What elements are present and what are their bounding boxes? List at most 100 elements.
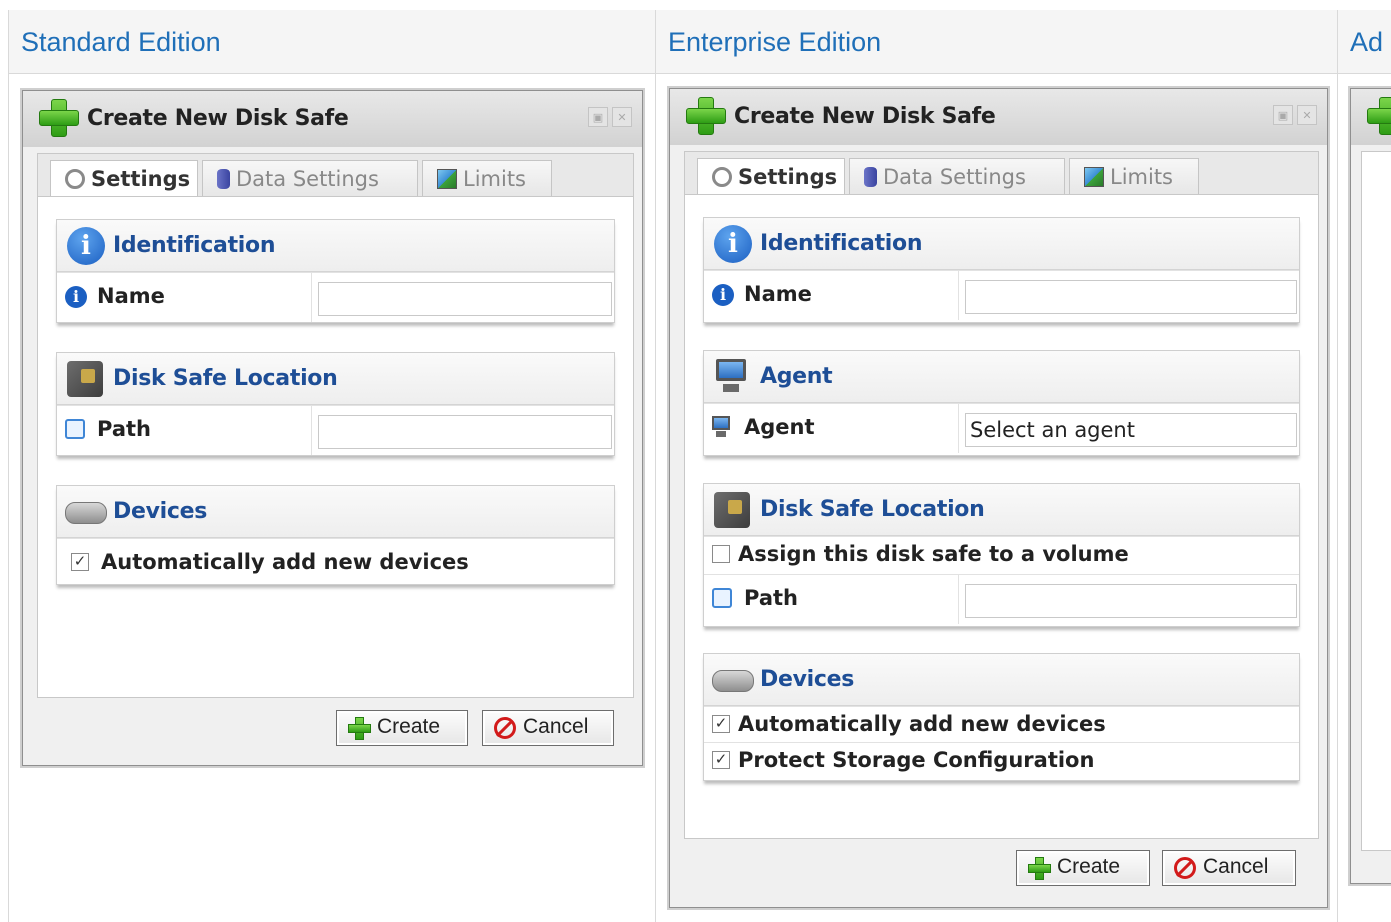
monitor-icon (712, 416, 730, 437)
field-row-protect-storage: ✓ Protect Storage Configuration (704, 742, 1299, 778)
plus-icon (347, 717, 371, 740)
chart-icon (1084, 167, 1104, 187)
section-title: Identification (113, 233, 276, 258)
cancel-button[interactable]: Cancel (482, 710, 614, 746)
info-icon: i (67, 227, 105, 265)
dialog-titlebar[interactable]: Create New Disk Safe ▣ ✕ (23, 91, 642, 147)
tab-data-settings[interactable]: Data Settings (849, 158, 1065, 196)
tree-icon (65, 419, 85, 439)
field-row-path: Path (704, 574, 1299, 624)
section-title: Disk Safe Location (760, 497, 985, 522)
safe-icon (714, 492, 750, 528)
section-header: Devices (57, 486, 614, 538)
settings-panel: i Identification i Name Disk Safe Locati… (37, 196, 634, 698)
auto-add-checkbox[interactable]: ✓ (71, 553, 89, 571)
plus-icon (37, 97, 81, 137)
name-label: Name (744, 282, 812, 306)
auto-add-label: Automatically add new devices (101, 550, 469, 574)
field-row-auto-add: ✓ Automatically add new devices (704, 706, 1299, 742)
cancel-icon (1174, 857, 1196, 879)
name-input[interactable] (318, 282, 612, 316)
tab-strip: Settings Data Settings Limits (684, 151, 1319, 197)
field-row-assign-volume: Assign this disk safe to a volume (704, 536, 1299, 574)
column-divider (1337, 10, 1338, 922)
gear-icon (712, 167, 732, 187)
section-title: Identification (760, 231, 923, 256)
path-label: Path (744, 586, 798, 610)
tab-data-settings[interactable]: Data Settings (202, 160, 418, 198)
plus-icon (1027, 857, 1051, 880)
path-input[interactable] (965, 584, 1297, 618)
disk-icon (65, 502, 107, 524)
section-header: Disk Safe Location (704, 484, 1299, 536)
agent-label: Agent (744, 415, 815, 439)
name-input[interactable] (965, 280, 1297, 314)
close-icon[interactable]: ✕ (1297, 105, 1317, 125)
database-icon (217, 169, 230, 189)
section-header: i Identification (57, 220, 614, 272)
path-label: Path (97, 417, 151, 441)
section-title: Devices (113, 499, 208, 524)
section-disk-safe-location: Disk Safe Location Path (56, 352, 615, 456)
create-button[interactable]: Create (1016, 850, 1150, 886)
settings-panel (1361, 151, 1391, 851)
column-heading-enterprise: Enterprise Edition (656, 10, 1337, 74)
cancel-icon (494, 717, 516, 739)
info-icon: i (65, 286, 87, 308)
settings-panel: i Identification i Name Agent Agent Sele… (684, 194, 1319, 839)
assign-volume-label: Assign this disk safe to a volume (738, 542, 1129, 566)
create-button[interactable]: Create (336, 710, 468, 746)
section-devices: Devices ✓ Automatically add new devices … (703, 653, 1300, 781)
section-identification: i Identification i Name (703, 217, 1300, 323)
section-header: i Identification (704, 218, 1299, 270)
maximize-icon[interactable]: ▣ (1273, 105, 1293, 125)
cancel-button[interactable]: Cancel (1162, 850, 1296, 886)
dialog-title: Create New Disk Safe (734, 104, 996, 129)
column-heading-advanced: Ad (1338, 10, 1391, 74)
section-header: Devices (704, 654, 1299, 706)
info-icon: i (714, 225, 752, 263)
section-devices: Devices ✓ Automatically add new devices (56, 485, 615, 585)
tab-limits[interactable]: Limits (1069, 158, 1199, 196)
dialog-advanced-partial (1350, 88, 1391, 884)
plus-icon (684, 95, 728, 135)
maximize-icon[interactable]: ▣ (588, 107, 608, 127)
tree-icon (712, 588, 732, 608)
dialog-title: Create New Disk Safe (87, 106, 349, 131)
tab-settings[interactable]: Settings (50, 160, 198, 199)
close-icon[interactable]: ✕ (612, 107, 632, 127)
column-divider (655, 10, 656, 922)
database-icon (864, 167, 877, 187)
auto-add-checkbox[interactable]: ✓ (712, 715, 730, 733)
section-header: Agent (704, 351, 1299, 403)
dialog-standard: Create New Disk Safe ▣ ✕ Settings Data S… (22, 90, 643, 766)
section-identification: i Identification i Name (56, 219, 615, 323)
field-row-agent: Agent Select an agent (704, 403, 1299, 453)
agent-select[interactable]: Select an agent (965, 413, 1297, 447)
field-row-auto-add: ✓ Automatically add new devices (57, 538, 614, 588)
assign-volume-checkbox[interactable] (712, 545, 730, 563)
field-row-name: i Name (704, 270, 1299, 320)
path-input[interactable] (318, 415, 612, 449)
protect-storage-checkbox[interactable]: ✓ (712, 751, 730, 769)
section-title: Disk Safe Location (113, 366, 338, 391)
field-row-path: Path (57, 405, 614, 455)
auto-add-label: Automatically add new devices (738, 712, 1106, 736)
section-agent: Agent Agent Select an agent (703, 350, 1300, 456)
tab-strip: Settings Data Settings Limits (37, 153, 634, 199)
tab-limits[interactable]: Limits (422, 160, 552, 198)
section-title: Agent (760, 364, 833, 389)
chart-icon (437, 169, 457, 189)
field-row-name: i Name (57, 272, 614, 322)
section-header: Disk Safe Location (57, 353, 614, 405)
info-icon: i (712, 284, 734, 306)
column-heading-standard: Standard Edition (9, 10, 655, 74)
dialog-titlebar (1351, 89, 1391, 145)
tab-settings[interactable]: Settings (697, 158, 845, 197)
section-disk-safe-location: Disk Safe Location Assign this disk safe… (703, 483, 1300, 627)
safe-icon (67, 361, 103, 397)
name-label: Name (97, 284, 165, 308)
dialog-enterprise: Create New Disk Safe ▣ ✕ Settings Data S… (669, 88, 1328, 908)
gear-icon (65, 169, 85, 189)
dialog-titlebar[interactable]: Create New Disk Safe ▣ ✕ (670, 89, 1327, 145)
